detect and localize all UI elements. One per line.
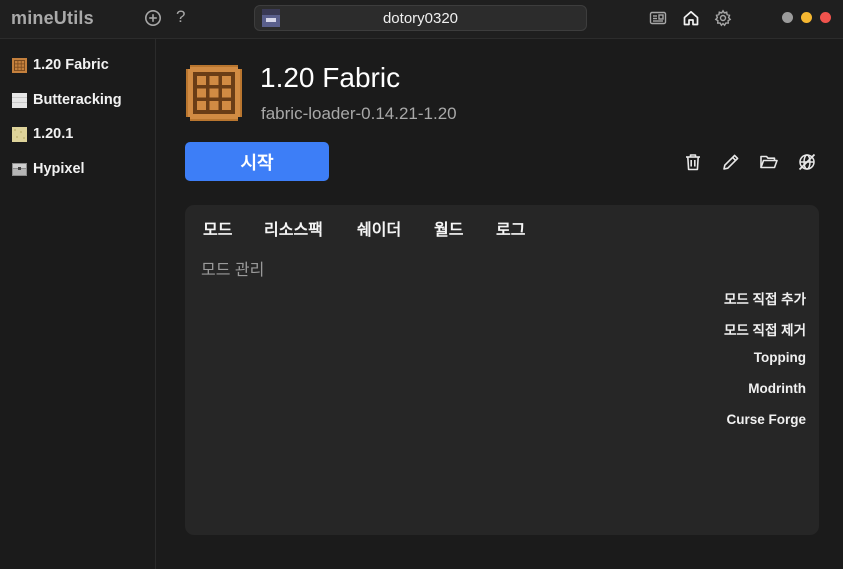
sidebar: 1.20 Fabric Butteracking 1.20.1 Hypixel [0,39,156,569]
tab-logs[interactable]: 로그 [496,216,525,240]
sidebar-item-butteracking[interactable]: Butteracking [12,89,122,111]
section-title: 모드 관리 [201,262,265,279]
topping-button[interactable]: Topping [754,350,806,365]
window-maximize-dot[interactable] [801,12,812,23]
sidebar-item-label: 1.20 Fabric [33,57,109,73]
plus-circle-icon[interactable] [144,9,162,27]
sand-block-icon [12,126,27,142]
tab-shaders[interactable]: 쉐이더 [357,216,401,240]
sidebar-item-label: Butteracking [33,92,122,108]
window-minimize-dot[interactable] [782,12,793,23]
chest-icon [12,162,27,176]
sidebar-item-hypixel[interactable]: Hypixel [12,158,85,180]
help-icon[interactable]: ? [176,7,185,27]
app-name: mineUtils [11,8,94,28]
white-block-icon [12,92,27,108]
add-mod-button[interactable]: 모드 직접 추가 [724,288,806,308]
tab-resourcepacks[interactable]: 리소스팩 [264,216,323,240]
news-icon[interactable] [649,9,667,27]
tab-worlds[interactable]: 월드 [434,216,463,240]
folder-open-icon[interactable] [759,152,779,172]
tab-mods[interactable]: 모드 [203,216,232,240]
pencil-icon[interactable] [721,152,741,172]
home-icon[interactable] [682,9,700,27]
remove-mod-button[interactable]: 모드 직접 제거 [724,319,806,339]
account-selector[interactable]: dotory0320 [254,5,587,31]
crafting-table-icon [186,65,242,121]
trash-icon[interactable] [683,152,703,172]
curse-forge-button[interactable]: Curse Forge [726,412,806,427]
sidebar-item-label: 1.20.1 [33,126,74,142]
account-name: dotory0320 [382,10,459,27]
sidebar-item-1-20-fabric[interactable]: 1.20 Fabric [12,54,109,76]
page-title: 1.20 Fabric [260,62,401,93]
window-close-dot[interactable] [820,12,831,23]
gear-icon[interactable] [714,9,732,27]
start-button[interactable]: 시작 [185,142,329,181]
modrinth-button[interactable]: Modrinth [748,381,806,396]
globe-off-icon[interactable] [797,152,817,172]
crafting-table-icon [12,57,27,73]
sidebar-item-1-20-1[interactable]: 1.20.1 [12,123,73,145]
sidebar-item-label: Hypixel [33,161,85,177]
content-panel: 모드 리소스팩 쉐이더 월드 로그 모드 관리 모드 직접 추가 모드 직접 제… [185,205,819,535]
loader-version: fabric-loader-0.14.21-1.20 [261,104,457,123]
title-bar: mineUtils ? dotory0320 [0,0,843,39]
